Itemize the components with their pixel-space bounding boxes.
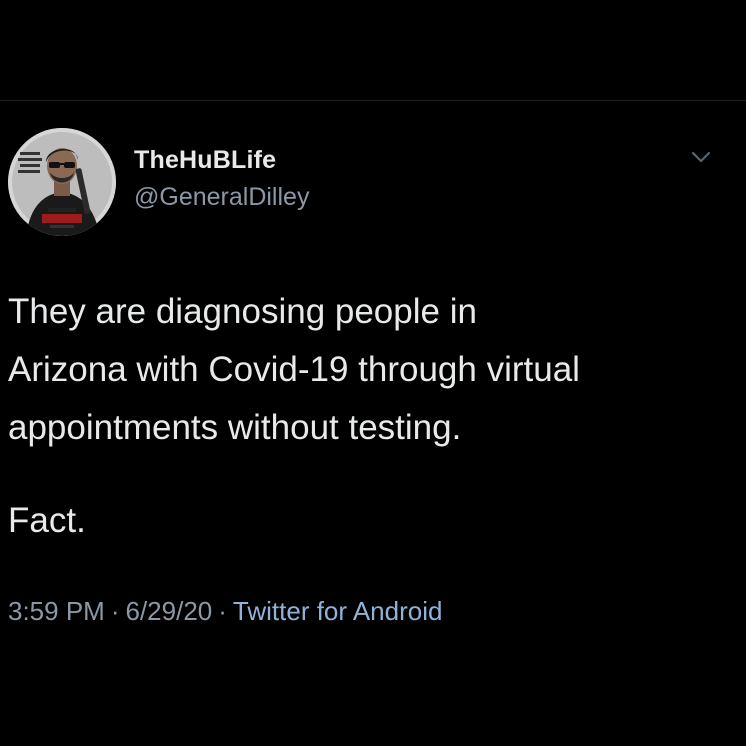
user-handle[interactable]: @GeneralDilley (134, 183, 309, 212)
tweet-text-line: appointments without testing. (8, 408, 462, 447)
chevron-down-icon[interactable] (686, 145, 716, 169)
tweet-text-line: They are diagnosing people in (8, 292, 477, 331)
tweet-closing-line: Fact. (8, 501, 86, 540)
avatar[interactable] (8, 128, 116, 236)
tweet-time[interactable]: 3:59 PM (8, 596, 105, 626)
avatar-image (8, 128, 116, 236)
tweet-metadata: 3:59 PM · 6/29/20 · Twitter for Android (8, 596, 442, 627)
header-divider (0, 100, 746, 101)
meta-separator: · (110, 596, 120, 626)
tweet-date[interactable]: 6/29/20 (126, 596, 213, 626)
tweet-source-link[interactable]: Twitter for Android (233, 596, 443, 626)
display-name[interactable]: TheHuBLife (134, 146, 276, 175)
tweet-body: They are diagnosing people in Arizona wi… (8, 283, 738, 457)
tweet-text-line: Arizona with Covid-19 through virtual (8, 350, 580, 389)
meta-separator: · (218, 596, 227, 626)
